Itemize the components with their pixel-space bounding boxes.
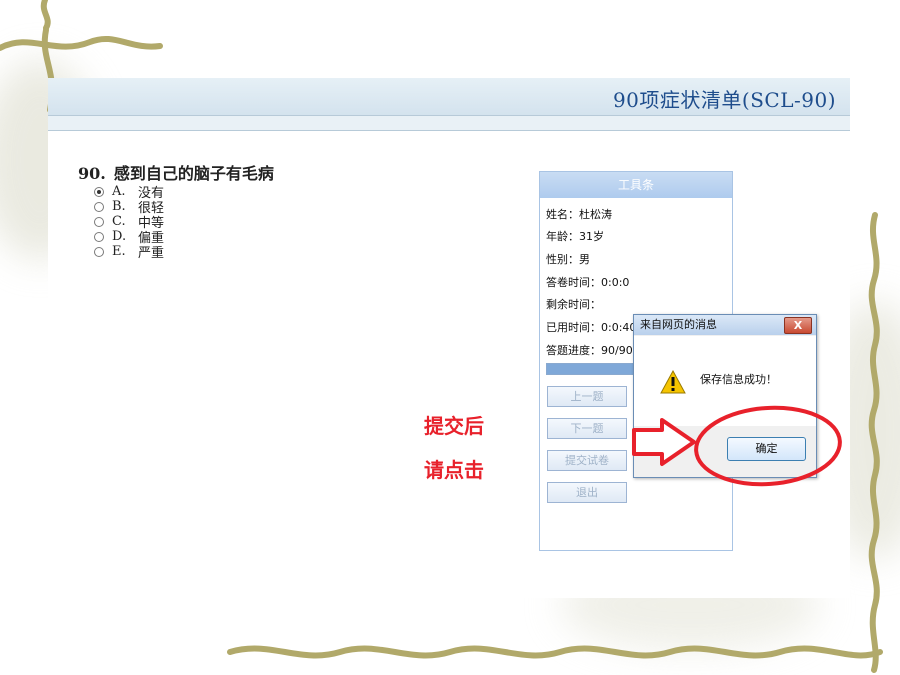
highlight-ellipse bbox=[694, 405, 842, 487]
arrow-icon bbox=[632, 418, 696, 466]
annotation-overlay bbox=[632, 405, 842, 487]
screenshot-panel: 90项症状清单(SCL-90) 90. 感到自己的脑子有毛病 A. 没有 B. 很… bbox=[48, 78, 850, 598]
